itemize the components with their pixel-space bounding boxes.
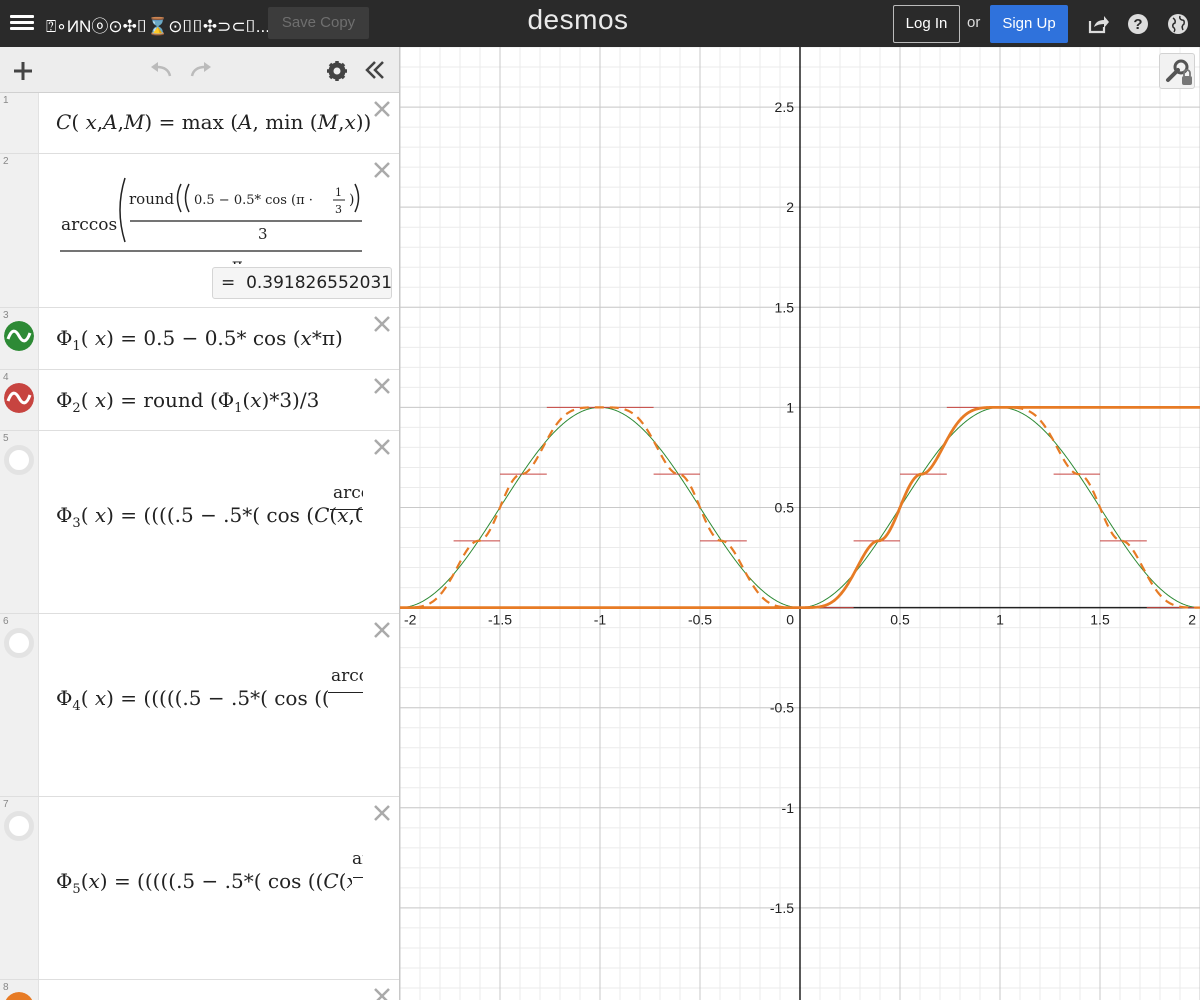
y-tick-label: 2.5 — [775, 99, 795, 115]
expression-index: 5 — [3, 433, 9, 444]
fraction-bar — [353, 877, 363, 878]
expression-list: 1 C( x,A,M) = max (A, min (M,x)) 2 arcco… — [0, 47, 400, 1000]
x-tick-label: 1.5 — [1090, 612, 1110, 628]
expression-row-3[interactable]: 3 Φ1( x) = 0.5 − 0.5* cos (x*π) — [0, 308, 399, 370]
evaluation-result: = 0.391826552031 — [212, 267, 392, 299]
help-icon[interactable]: ? — [1126, 12, 1150, 36]
expression-index: 4 — [3, 372, 9, 383]
expression-formula[interactable]: arccos round 0.5 − 0.5* cos (π · 1 3 ) 3… — [55, 164, 365, 264]
graph-canvas[interactable]: -2 -1.5 -1 -0.5 0 0.5 1 1.5 2 2.5 2 1.5 1 0.5 -0.5 -1 -1… — [400, 47, 1200, 1000]
svg-text:1: 1 — [335, 186, 342, 199]
expression-row-2[interactable]: 2 arccos round 0.5 − 0.5* cos (π · 1 3 )… — [0, 154, 399, 308]
svg-text:0.5 − 0.5* cos (π ·: 0.5 − 0.5* cos (π · — [194, 193, 313, 208]
svg-text:arccos: arccos — [61, 215, 117, 235]
x-tick-label: 0.5 — [890, 612, 910, 628]
svg-text:): ) — [349, 192, 354, 208]
x-tick-label: -1.5 — [488, 612, 512, 628]
expression-formula[interactable]: Φ5(x) = (((((.5 − .5*( cos ((C(x,1 − — [56, 869, 352, 897]
globe-icon[interactable] — [1166, 12, 1190, 36]
redo-icon[interactable] — [188, 60, 214, 80]
sign-up-button[interactable]: Sign Up — [990, 5, 1068, 43]
expression-row-8[interactable]: 8 — [0, 980, 399, 1000]
fraction-bar — [330, 509, 363, 510]
or-text: or — [967, 14, 981, 31]
result-value: 0.391826552031 — [246, 273, 393, 293]
graph-title[interactable]: ⍰∘ИNⓞ⊙✣⌷⌛⊙⌷⌷✣⊃⊂⌷... — [46, 12, 270, 37]
formula-overflow: arccos — [331, 666, 363, 686]
expression-row-4[interactable]: 4 Φ2( x) = round (Φ1(x)*3)/3 — [0, 370, 399, 431]
formula-overflow: arccos — [333, 483, 363, 503]
expression-formula[interactable]: C( x,A,M) = max (A, min (M,x)) — [56, 110, 371, 134]
expression-index: 2 — [3, 156, 9, 167]
svg-text:3: 3 — [335, 203, 342, 216]
x-tick-label: 0 — [786, 612, 794, 628]
undo-icon[interactable] — [148, 60, 174, 80]
y-tick-label: -1 — [782, 800, 795, 816]
save-copy-button[interactable]: Save Copy — [268, 7, 369, 39]
svg-text:π: π — [232, 255, 243, 264]
svg-text:3: 3 — [258, 225, 268, 243]
y-tick-label: -0.5 — [770, 700, 794, 716]
log-in-button[interactable]: Log In — [893, 5, 960, 43]
expression-row-5[interactable]: 5 Φ3( x) = ((((.5 − .5*( cos (C(x,0, arc… — [0, 431, 399, 614]
x-tick-label: -0.5 — [688, 612, 712, 628]
expression-toolbar — [0, 47, 399, 93]
collapse-panel-icon[interactable] — [364, 59, 386, 81]
y-tick-label: -1.5 — [770, 900, 794, 916]
expression-formula[interactable]: Φ1( x) = 0.5 − 0.5* cos (x*π) — [56, 326, 343, 354]
expression-formula[interactable]: Φ2( x) = round (Φ1(x)*3)/3 — [56, 388, 319, 416]
svg-text:?: ? — [1133, 16, 1142, 33]
top-bar: ⍰∘ИNⓞ⊙✣⌷⌛⊙⌷⌷✣⊃⊂⌷... Save Copy desmos Log… — [0, 0, 1200, 47]
hidden-ring-icon[interactable] — [4, 628, 34, 658]
share-icon[interactable] — [1086, 12, 1110, 36]
expression-formula[interactable]: Φ3( x) = ((((.5 − .5*( cos (C(x,0, — [56, 503, 362, 531]
hidden-ring-icon[interactable] — [4, 811, 34, 841]
x-tick-label: 2 — [1188, 612, 1196, 628]
delete-expression-icon[interactable] — [372, 314, 392, 334]
expression-index: 6 — [3, 616, 9, 627]
formula-overflow: arccos — [352, 849, 363, 869]
delete-expression-icon[interactable] — [372, 986, 392, 1000]
sine-wave-icon[interactable] — [4, 321, 34, 351]
expression-formula[interactable]: Φ4( x) = (((((.5 − .5*( cos ((C(x, — [56, 686, 328, 714]
expression-index: 3 — [3, 310, 9, 321]
hamburger-menu-icon[interactable] — [10, 12, 34, 34]
sine-wave-icon[interactable] — [4, 383, 34, 413]
expression-row-7[interactable]: 7 Φ5(x) = (((((.5 − .5*( cos ((C(x,1 − a… — [0, 797, 399, 980]
hidden-ring-icon[interactable] — [4, 445, 34, 475]
delete-expression-icon[interactable] — [372, 803, 392, 823]
settings-gear-icon[interactable] — [326, 60, 348, 82]
delete-expression-icon[interactable] — [372, 160, 392, 180]
y-tick-label: 1.5 — [775, 299, 795, 315]
delete-expression-icon[interactable] — [372, 620, 392, 640]
y-tick-label: 2 — [786, 199, 794, 215]
desmos-logo: desmos — [527, 4, 629, 35]
y-tick-label: 0.5 — [775, 499, 795, 515]
x-tick-label: -2 — [404, 612, 417, 628]
add-expression-icon[interactable] — [12, 60, 34, 82]
delete-expression-icon[interactable] — [372, 437, 392, 457]
delete-expression-icon[interactable] — [372, 99, 392, 119]
expression-index: 1 — [3, 95, 9, 106]
graph-plot[interactable]: -2 -1.5 -1 -0.5 0 0.5 1 1.5 2 2.5 2 1.5 1 0.5 -0.5 -1 -1… — [400, 47, 1200, 1000]
expression-index: 8 — [3, 982, 9, 993]
delete-expression-icon[interactable] — [372, 376, 392, 396]
expression-row-1[interactable]: 1 C( x,A,M) = max (A, min (M,x)) — [0, 93, 399, 154]
graph-settings-wrench-icon[interactable] — [1159, 53, 1195, 89]
x-tick-label: -1 — [594, 612, 607, 628]
x-tick-label: 1 — [996, 612, 1004, 628]
svg-text:round: round — [129, 190, 175, 208]
expression-index: 7 — [3, 799, 9, 810]
fraction-bar — [328, 692, 363, 693]
expression-row-6[interactable]: 6 Φ4( x) = (((((.5 − .5*( cos ((C(x, arc… — [0, 614, 399, 797]
y-tick-label: 1 — [786, 399, 794, 415]
